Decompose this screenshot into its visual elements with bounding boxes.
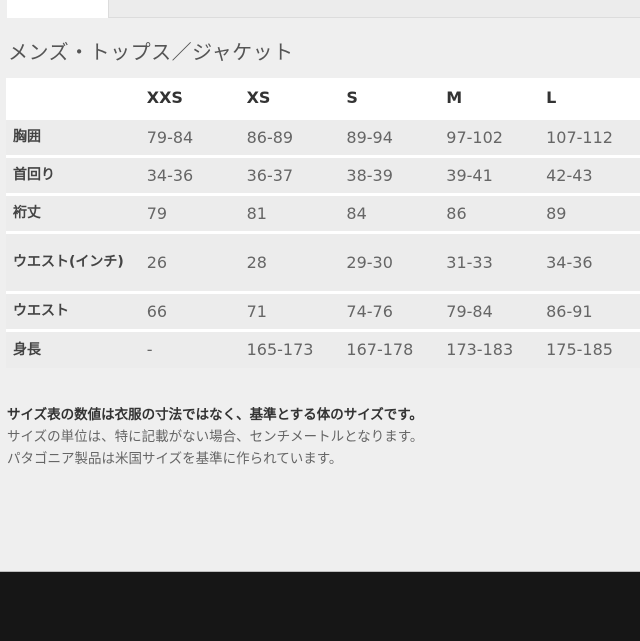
cell: 29-30 [346,252,393,272]
row-label: 首回り [13,167,55,183]
tab-bar [0,0,640,18]
column-header-xs: XS [246,87,271,107]
column-header-m: M [446,87,463,107]
note-body-size: サイズ表の数値は衣服の寸法ではなく、基準とする体のサイズです。 [7,407,423,423]
row-label: 裄丈 [13,205,41,221]
cell: 26 [146,252,168,272]
cell: 173-183 [446,340,514,360]
table-row: ウエスト 66 71 74-76 79-84 86-91 [6,292,640,330]
column-header-l: L [546,87,557,107]
column-header-xxs: XXS [146,87,183,107]
cell: 36-37 [246,165,294,185]
cell: 107-112 [546,127,613,147]
note-us-sizing: パタゴニア製品は米国サイズを基準に作られています。 [7,451,343,467]
cell: 86-89 [246,127,294,147]
cell: 167-178 [346,340,414,360]
bottom-bar [0,571,640,641]
row-label: ウエスト [13,303,69,319]
cell: 86-91 [546,301,593,321]
table-header-row: XXS XS S M L [6,78,640,118]
table-row: 身長 - 165-173 167-178 173-183 175-185 [6,330,640,368]
cell: 79-84 [446,301,493,321]
cell: 71 [246,301,267,321]
tab-inactive[interactable] [108,0,640,18]
cell: 28 [246,252,267,272]
cell: 89 [546,203,567,223]
cell: 39-41 [446,165,493,185]
cell: 165-173 [246,340,314,360]
cell: 74-76 [346,301,393,321]
cell: 175-185 [546,340,613,360]
cell: 89-94 [346,127,393,147]
size-chart-table: XXS XS S M L 胸囲 79-84 86-89 89-94 97-102… [6,78,640,368]
tab-active[interactable] [7,0,108,18]
column-header-s: S [346,87,358,107]
cell: 79-84 [146,127,194,147]
cell: 31-33 [446,252,493,272]
cell: 38-39 [346,165,393,185]
section-title: メンズ・トップス／ジャケット [8,40,294,64]
row-label: 身長 [13,341,41,358]
cell: 79 [146,203,168,223]
table-row: 首回り 34-36 36-37 38-39 39-41 42-43 [6,156,640,194]
note-units: サイズの単位は、特に記載がない場合、センチメートルとなります。 [7,429,424,445]
table-row: ウエスト(インチ) 26 28 29-30 31-33 34-36 [6,232,640,292]
cell: 66 [146,301,168,321]
cell: 97-102 [446,127,503,147]
table-row: 裄丈 79 81 84 86 89 [6,194,640,232]
cell: 34-36 [146,165,194,185]
corner-cell [6,78,147,118]
cell: 34-36 [546,252,593,272]
cell: 81 [246,203,267,223]
cell: - [146,340,153,360]
row-label: ウエスト(インチ) [13,254,124,270]
size-notes: サイズ表の数値は衣服の寸法ではなく、基準とする体のサイズです。 サイズの単位は、… [7,404,423,470]
table-row: 胸囲 79-84 86-89 89-94 97-102 107-112 [6,118,640,156]
cell: 86 [446,203,467,223]
row-label: 胸囲 [13,129,41,145]
cell: 42-43 [546,165,593,185]
cell: 84 [346,203,367,223]
